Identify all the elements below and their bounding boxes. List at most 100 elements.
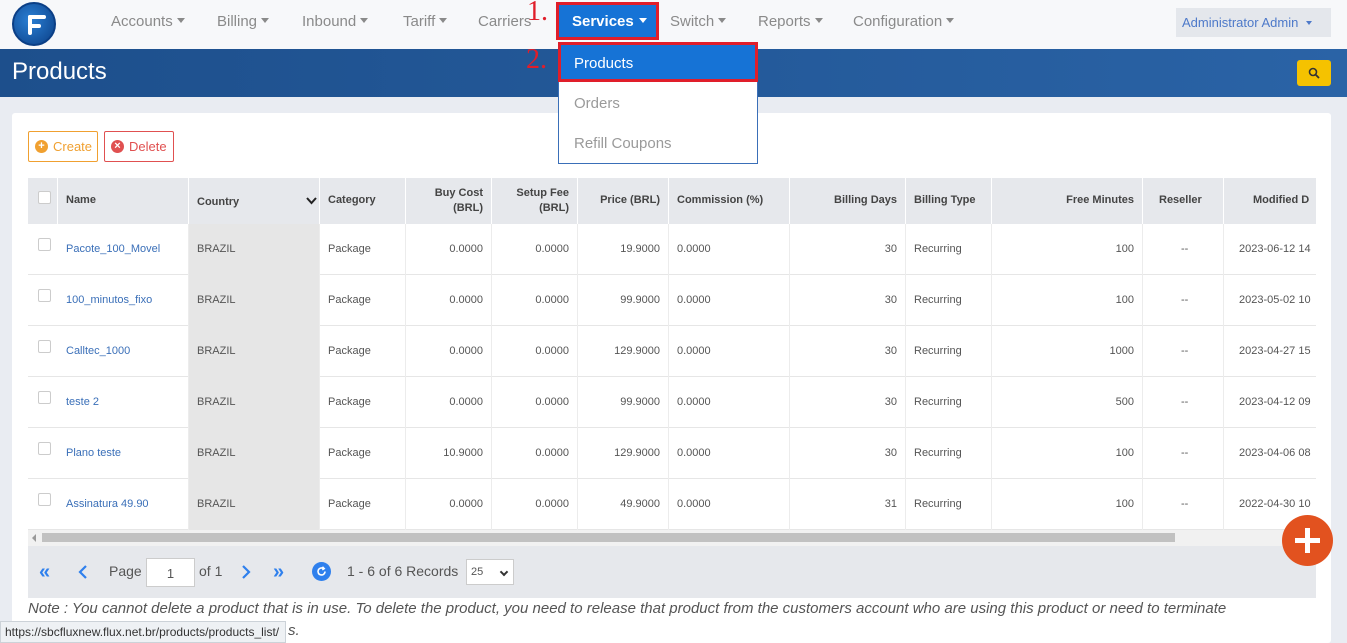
cell-buy-cost: 0.0000 <box>406 224 492 275</box>
cell-buy-cost: 0.0000 <box>406 275 492 326</box>
highlight-box-products <box>558 42 758 82</box>
cell-buy-cost: 10.9000 <box>406 428 492 479</box>
logo-f-icon <box>26 12 48 38</box>
cell-modified: 2023-05-02 10 <box>1224 275 1316 326</box>
table-row: teste 2 BRAZIL Package 0.0000 0.0000 99.9000 0… <box>28 377 1316 428</box>
nav-accounts[interactable]: Accounts <box>111 13 185 30</box>
header-buy-cost[interactable]: Buy Cost (BRL) <box>406 178 492 224</box>
cell-free-minutes: 100 <box>992 428 1143 479</box>
table-row: Calltec_1000 BRAZIL Package 0.0000 0.0000 129… <box>28 326 1316 377</box>
header-billing-type[interactable]: Billing Type <box>906 178 992 224</box>
horizontal-scrollbar[interactable] <box>28 530 1316 546</box>
page-number-input[interactable]: 1 <box>146 558 195 587</box>
cell-billing-type: Recurring <box>906 377 992 428</box>
cell-reseller: -- <box>1143 326 1224 377</box>
cell-name[interactable]: Assinatura 49.90 <box>58 479 189 530</box>
cell-country: BRAZIL <box>189 326 320 377</box>
header-reseller[interactable]: Reseller <box>1143 178 1224 224</box>
header-name[interactable]: Name <box>58 178 189 224</box>
caret-down-icon <box>439 18 448 23</box>
nav-configuration[interactable]: Configuration <box>853 13 955 30</box>
header-setup-fee-unit: (BRL) <box>539 202 569 214</box>
row-checkbox[interactable] <box>38 289 51 302</box>
cell-name[interactable]: 100_minutos_fixo <box>58 275 189 326</box>
cell-setup-fee: 0.0000 <box>492 326 578 377</box>
cell-commission: 0.0000 <box>669 479 790 530</box>
header-price-label: Price (BRL) <box>600 194 660 206</box>
close-circle-icon: × <box>111 140 124 153</box>
menu-item-orders[interactable]: Orders <box>574 95 620 112</box>
nav-reports-label: Reports <box>758 13 811 30</box>
cell-category: Package <box>320 275 406 326</box>
browser-status-bar: https://sbcfluxnew.flux.net.br/products/… <box>0 621 287 643</box>
cell-name[interactable]: Calltec_1000 <box>58 326 189 377</box>
cell-country: BRAZIL <box>189 224 320 275</box>
caret-down-icon <box>176 18 185 23</box>
menu-item-refill-coupons[interactable]: Refill Coupons <box>574 135 672 152</box>
header-free-minutes[interactable]: Free Minutes <box>992 178 1143 224</box>
user-menu[interactable]: Administrator Admin <box>1176 8 1331 37</box>
header-billing-days-label: Billing Days <box>834 194 897 206</box>
nav-inbound[interactable]: Inbound <box>302 13 369 30</box>
next-page-icon[interactable] <box>241 565 251 579</box>
user-name: Administrator Admin <box>1182 15 1299 30</box>
cell-free-minutes: 500 <box>992 377 1143 428</box>
cell-name[interactable]: Plano teste <box>58 428 189 479</box>
products-table: Name Country Category Buy Cost (BRL) Set… <box>28 178 1316 530</box>
last-page-icon[interactable]: » <box>273 561 284 584</box>
row-checkbox[interactable] <box>38 493 51 506</box>
cell-buy-cost: 0.0000 <box>406 479 492 530</box>
search-button[interactable] <box>1297 60 1331 86</box>
nav-reports[interactable]: Reports <box>758 13 823 30</box>
cell-setup-fee: 0.0000 <box>492 377 578 428</box>
select-all-checkbox[interactable] <box>38 191 51 204</box>
header-price[interactable]: Price (BRL) <box>578 178 669 224</box>
highlight-box-services <box>556 2 659 40</box>
step-1-annotation: 1. <box>527 0 548 27</box>
cell-reseller: -- <box>1143 224 1224 275</box>
row-checkbox[interactable] <box>38 442 51 455</box>
header-commission[interactable]: Commission (%) <box>669 178 790 224</box>
row-checkbox[interactable] <box>38 340 51 353</box>
delete-button[interactable]: × Delete <box>104 131 174 162</box>
page-label: Page <box>109 563 142 579</box>
header-free-minutes-label: Free Minutes <box>1066 194 1134 206</box>
nav-carriers[interactable]: Carriers <box>478 13 531 30</box>
per-page-select[interactable]: 25 <box>466 559 514 585</box>
cell-setup-fee: 0.0000 <box>492 479 578 530</box>
header-modified-date[interactable]: Modified D <box>1224 178 1316 224</box>
add-floating-button[interactable] <box>1282 515 1333 566</box>
per-page-value: 25 <box>471 566 484 578</box>
nav-tariff[interactable]: Tariff <box>403 13 448 30</box>
nav-billing[interactable]: Billing <box>217 13 270 30</box>
nav-carriers-label: Carriers <box>478 13 532 30</box>
row-checkbox[interactable] <box>38 238 51 251</box>
header-buy-cost-label: Buy Cost <box>434 187 483 199</box>
cell-setup-fee: 0.0000 <box>492 428 578 479</box>
table-header: Name Country Category Buy Cost (BRL) Set… <box>28 178 1316 224</box>
header-billing-days[interactable]: Billing Days <box>790 178 906 224</box>
header-modified-label: Modified D <box>1253 194 1310 206</box>
cell-country: BRAZIL <box>189 377 320 428</box>
scroll-left-arrow-icon[interactable] <box>32 534 36 542</box>
app-logo[interactable] <box>12 2 56 46</box>
cell-modified: 2023-06-12 14 <box>1224 224 1316 275</box>
cell-name[interactable]: Pacote_100_Movel <box>58 224 189 275</box>
caret-down-icon <box>1306 21 1313 25</box>
header-category[interactable]: Category <box>320 178 406 224</box>
header-country[interactable]: Country <box>189 178 320 224</box>
scrollbar-thumb[interactable] <box>42 533 1175 542</box>
first-page-icon[interactable]: « <box>39 561 50 584</box>
nav-switch[interactable]: Switch <box>670 13 727 30</box>
previous-page-icon[interactable] <box>78 565 88 579</box>
cell-commission: 0.0000 <box>669 377 790 428</box>
refresh-button[interactable] <box>312 562 331 581</box>
create-button[interactable]: + Create <box>28 131 98 162</box>
cell-commission: 0.0000 <box>669 428 790 479</box>
cell-billing-days: 30 <box>790 428 906 479</box>
row-checkbox[interactable] <box>38 391 51 404</box>
header-setup-fee[interactable]: Setup Fee (BRL) <box>492 178 578 224</box>
nav-configuration-label: Configuration <box>853 13 943 30</box>
nav-inbound-label: Inbound <box>302 13 357 30</box>
cell-name[interactable]: teste 2 <box>58 377 189 428</box>
